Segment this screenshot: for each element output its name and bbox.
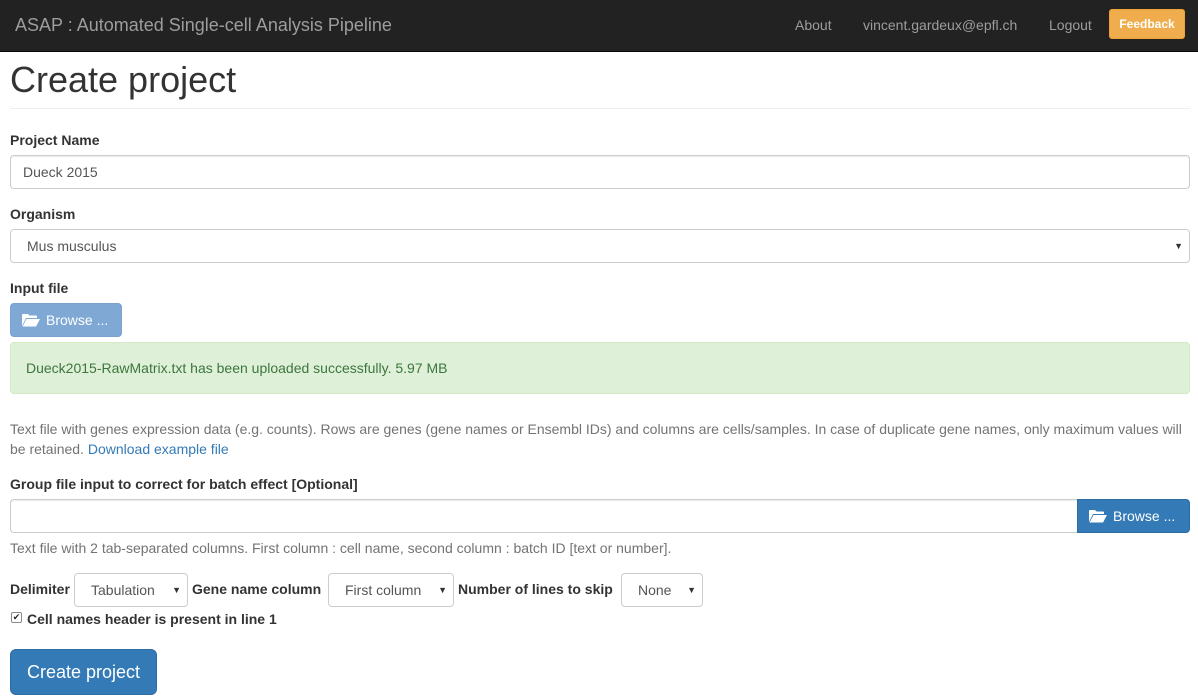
nav-link-logout[interactable]: Logout	[1049, 17, 1092, 33]
feedback-button[interactable]: Feedback	[1109, 9, 1185, 39]
organism-select[interactable]: Mus musculus ▼	[10, 229, 1190, 263]
group-file-browse-label: Browse ...	[1113, 508, 1176, 524]
page-title: Create project	[10, 59, 237, 100]
group-file-help: Text file with 2 tab-separated columns. …	[10, 540, 672, 556]
project-name-input[interactable]	[10, 155, 1190, 189]
nav-link-about[interactable]: About	[795, 17, 832, 33]
delimiter-select-value: Tabulation	[91, 582, 155, 598]
create-project-button[interactable]: Create project	[10, 649, 157, 695]
input-file-browse-label: Browse ...	[46, 312, 109, 328]
input-file-help: Text file with genes expression data (e.…	[10, 419, 1190, 459]
organism-label: Organism	[10, 206, 76, 222]
download-example-link[interactable]: Download example file	[88, 441, 229, 457]
app-brand[interactable]: ASAP : Automated Single-cell Analysis Pi…	[15, 15, 392, 36]
delimiter-label: Delimiter	[10, 581, 70, 597]
group-file-input[interactable]	[10, 499, 1078, 533]
skip-lines-label: Number of lines to skip	[458, 581, 613, 597]
skip-lines-select[interactable]: None ▼	[621, 573, 703, 607]
delimiter-select[interactable]: Tabulation ▼	[74, 573, 188, 607]
gene-column-label: Gene name column	[192, 581, 322, 597]
upload-success-message: Dueck2015-RawMatrix.txt has been uploade…	[26, 360, 448, 376]
title-divider	[10, 108, 1190, 109]
header-checkbox[interactable]: ✔	[11, 612, 22, 623]
nav-link-user-email[interactable]: vincent.gardeux@epfl.ch	[863, 17, 1017, 33]
group-file-browse-button[interactable]: Browse ...	[1077, 499, 1190, 533]
project-name-label: Project Name	[10, 132, 100, 148]
top-navbar: ASAP : Automated Single-cell Analysis Pi…	[0, 0, 1198, 52]
upload-success-alert: Dueck2015-RawMatrix.txt has been uploade…	[10, 342, 1190, 394]
chevron-down-icon: ▼	[172, 585, 181, 595]
organism-select-value: Mus musculus	[27, 238, 117, 254]
skip-lines-select-value: None	[638, 582, 672, 598]
folder-open-icon	[1089, 509, 1107, 523]
checkmark-icon: ✔	[12, 612, 21, 622]
header-checkbox-label[interactable]: Cell names header is present in line 1	[27, 611, 277, 627]
chevron-down-icon: ▼	[687, 585, 696, 595]
chevron-down-icon: ▼	[438, 585, 447, 595]
gene-column-select[interactable]: First column ▼	[328, 573, 454, 607]
folder-open-icon	[22, 313, 40, 327]
input-file-browse-button[interactable]: Browse ...	[10, 303, 122, 337]
gene-column-select-value: First column	[345, 582, 422, 598]
input-file-label: Input file	[10, 280, 69, 296]
group-file-label: Group file input to correct for batch ef…	[10, 476, 358, 492]
chevron-down-icon: ▼	[1174, 241, 1183, 251]
